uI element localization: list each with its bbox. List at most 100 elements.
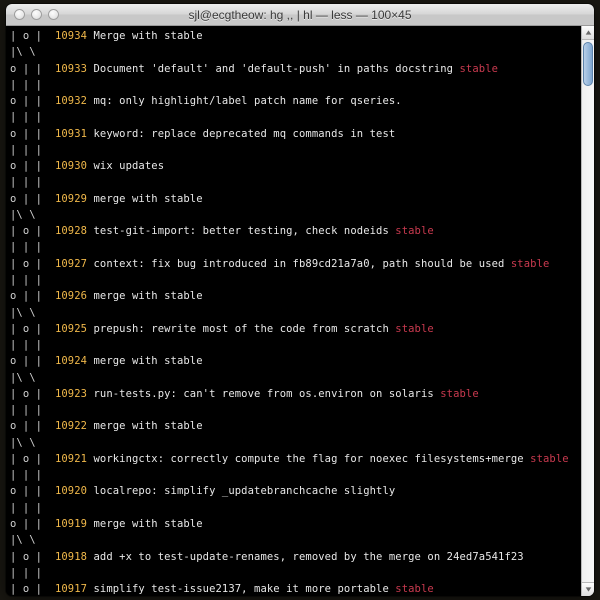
branch-tag: stable [395, 323, 434, 335]
graph-segment: | | | [10, 79, 42, 91]
log-line: | | | [10, 467, 590, 483]
log-line: | o | 10918 add +x to test-update-rename… [10, 549, 590, 565]
log-line: o | | 10922 merge with stable [10, 418, 590, 434]
scroll-down-button[interactable] [582, 582, 594, 596]
log-line: o | | 10926 merge with stable [10, 288, 590, 304]
log-line: | o | 10925 prepush: rewrite most of the… [10, 321, 590, 337]
log-line: | o | 10928 test-git-import: better test… [10, 223, 590, 239]
log-line: | o | 10934 Merge with stable [10, 28, 590, 44]
log-line: o | | 10932 mq: only highlight/label pat… [10, 93, 590, 109]
commit-message: workingctx: correctly compute the flag f… [87, 453, 530, 465]
traffic-lights [14, 9, 59, 20]
window-title: sjl@ecgtheow: hg ,, | hl — less — 100×45 [6, 8, 594, 22]
commit-message: merge with stable [87, 420, 203, 432]
log-line: | o | 10923 run-tests.py: can't remove f… [10, 386, 590, 402]
branch-tag: stable [395, 583, 434, 595]
commit-message: Document 'default' and 'default-push' in… [87, 63, 459, 75]
revision-number: 10926 [55, 290, 87, 302]
graph-segment: | o | [10, 323, 55, 335]
graph-segment: o | | [10, 485, 55, 497]
branch-tag: stable [440, 388, 479, 400]
minimize-icon[interactable] [31, 9, 42, 20]
graph-segment: |\ \ [10, 534, 36, 546]
log-line: o | | 10930 wix updates [10, 158, 590, 174]
log-line: o | | 10933 Document 'default' and 'defa… [10, 61, 590, 77]
log-line: | o | 10927 context: fix bug introduced … [10, 256, 590, 272]
log-line: |\ \ [10, 44, 590, 60]
graph-segment: o | | [10, 193, 55, 205]
log-line: | | | [10, 109, 590, 125]
commit-message: keyword: replace deprecated mq commands … [87, 128, 395, 140]
graph-segment: | o | [10, 388, 55, 400]
branch-tag: stable [395, 225, 434, 237]
graph-segment: | o | [10, 258, 55, 270]
commit-message: merge with stable [87, 193, 203, 205]
graph-segment: o | | [10, 355, 55, 367]
graph-segment: | | | [10, 111, 42, 123]
graph-segment: o | | [10, 290, 55, 302]
commit-message: merge with stable [87, 518, 203, 530]
graph-segment: |\ \ [10, 437, 36, 449]
log-line: | | | [10, 337, 590, 353]
graph-segment: o | | [10, 128, 55, 140]
graph-segment: | o | [10, 225, 55, 237]
commit-message: context: fix bug introduced in fb89cd21a… [87, 258, 511, 270]
log-line: |\ \ [10, 532, 590, 548]
graph-segment: | | | [10, 176, 42, 188]
log-line: o | | 10929 merge with stable [10, 191, 590, 207]
revision-number: 10922 [55, 420, 87, 432]
revision-number: 10921 [55, 453, 87, 465]
log-line: |\ \ [10, 370, 590, 386]
commit-message: add +x to test-update-renames, removed b… [87, 551, 524, 563]
log-line: |\ \ [10, 207, 590, 223]
log-line: | | | [10, 272, 590, 288]
graph-segment: |\ \ [10, 209, 36, 221]
commit-message: test-git-import: better testing, check n… [87, 225, 395, 237]
graph-segment: |\ \ [10, 307, 36, 319]
commit-message: merge with stable [87, 290, 203, 302]
scroll-thumb[interactable] [583, 42, 593, 86]
graph-segment: | o | [10, 583, 55, 595]
revision-number: 10923 [55, 388, 87, 400]
scroll-up-button[interactable] [582, 26, 594, 40]
log-line: | | | [10, 77, 590, 93]
graph-segment: | | | [10, 144, 42, 156]
close-icon[interactable] [14, 9, 25, 20]
graph-segment: | | | [10, 241, 42, 253]
log-line: | | | [10, 402, 590, 418]
graph-segment: o | | [10, 63, 55, 75]
log-line: o | | 10919 merge with stable [10, 516, 590, 532]
revision-number: 10920 [55, 485, 87, 497]
terminal-content[interactable]: | o | 10934 Merge with stable|\ \o | | 1… [6, 26, 594, 596]
graph-segment: | o | [10, 30, 55, 42]
log-line: | o | 10917 simplify test-issue2137, mak… [10, 581, 590, 596]
log-line: | | | [10, 500, 590, 516]
graph-segment: | | | [10, 469, 42, 481]
branch-tag: stable [460, 63, 499, 75]
terminal-window: sjl@ecgtheow: hg ,, | hl — less — 100×45… [6, 4, 594, 596]
revision-number: 10919 [55, 518, 87, 530]
graph-segment: o | | [10, 95, 55, 107]
commit-message: localrepo: simplify _updatebranchcache s… [87, 485, 395, 497]
graph-segment: o | | [10, 420, 55, 432]
revision-number: 10924 [55, 355, 87, 367]
graph-segment: | | | [10, 567, 42, 579]
titlebar[interactable]: sjl@ecgtheow: hg ,, | hl — less — 100×45 [6, 4, 594, 26]
commit-message: merge with stable [87, 355, 203, 367]
commit-message: mq: only highlight/label patch name for … [87, 95, 402, 107]
log-line: o | | 10924 merge with stable [10, 353, 590, 369]
branch-tag: stable [530, 453, 569, 465]
zoom-icon[interactable] [48, 9, 59, 20]
commit-message: wix updates [87, 160, 164, 172]
scrollbar[interactable] [581, 26, 594, 596]
graph-segment: |\ \ [10, 372, 36, 384]
log-line: | | | [10, 565, 590, 581]
revision-number: 10917 [55, 583, 87, 595]
log-line: |\ \ [10, 435, 590, 451]
graph-segment: | | | [10, 339, 42, 351]
commit-message: simplify test-issue2137, make it more po… [87, 583, 395, 595]
revision-number: 10932 [55, 95, 87, 107]
revision-number: 10930 [55, 160, 87, 172]
branch-tag: stable [511, 258, 550, 270]
revision-number: 10933 [55, 63, 87, 75]
